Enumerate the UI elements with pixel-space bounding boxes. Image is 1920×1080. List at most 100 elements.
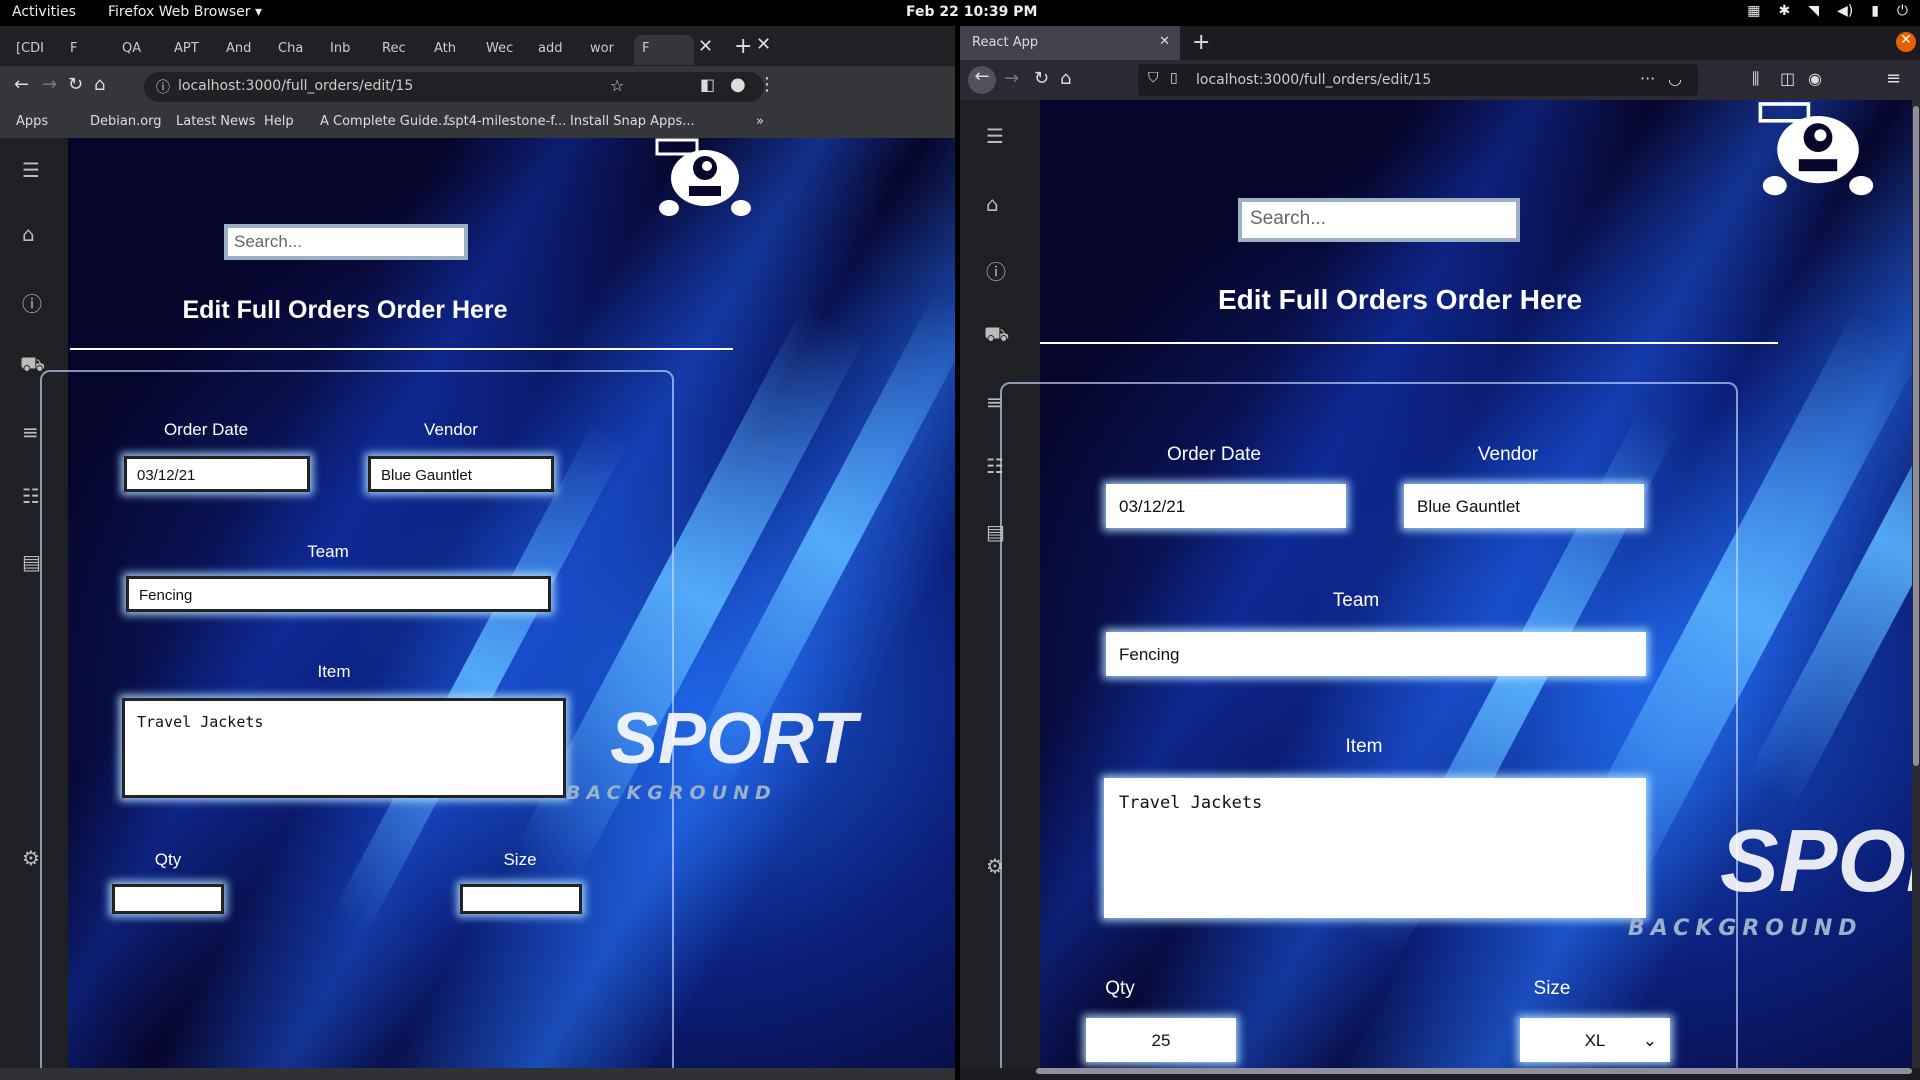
browser-tab[interactable]: Ath	[426, 35, 478, 65]
browser-tab[interactable]: add	[530, 35, 582, 65]
size-selected-value: XL	[1584, 1031, 1606, 1050]
settings-icon[interactable]: ✱	[1778, 3, 1790, 19]
clock[interactable]: Feb 22 10:39 PM	[906, 4, 1037, 20]
back-icon[interactable]: ←	[14, 74, 29, 95]
address-bar[interactable]: localhost:3000/full_orders/edit/15 ⛉ ▯ ·…	[1138, 64, 1698, 96]
team-input[interactable]: Fencing	[1106, 632, 1646, 676]
list-icon[interactable]: ≡	[22, 420, 39, 444]
browser-tab[interactable]: Wec	[478, 35, 530, 65]
team-input[interactable]: Fencing	[126, 576, 551, 612]
browser-tab[interactable]: [CDI	[8, 35, 60, 65]
profile-icon[interactable]: ●	[730, 74, 746, 95]
vendor-input[interactable]: Blue Gauntlet	[368, 456, 554, 492]
search-input[interactable]: Search...	[224, 224, 468, 260]
background-watermark: BACKGROUND	[1628, 916, 1863, 941]
home-icon[interactable]: ⌂	[1060, 68, 1071, 89]
item-label: Item	[1345, 736, 1383, 757]
home-icon[interactable]: ⌂	[986, 192, 999, 216]
bookmarks-overflow-icon[interactable]: »	[756, 114, 764, 129]
info-icon[interactable]: ⓘ	[986, 256, 1006, 285]
bookmark-item[interactable]: fspt4-milestone-f...	[444, 114, 566, 129]
order-date-input[interactable]: 03/12/21	[124, 456, 310, 492]
info-icon[interactable]: ⓘ	[156, 77, 170, 97]
item-textarea[interactable]: Travel Jackets	[122, 698, 566, 798]
order-date-label: Order Date	[163, 420, 249, 439]
address-bar[interactable]: localhost:3000/full_orders/edit/15 ⓘ ☆	[144, 72, 764, 102]
mascot-logo-icon	[655, 138, 751, 216]
browser-tab[interactable]: QA	[114, 35, 166, 65]
reload-icon[interactable]: ↻	[68, 74, 83, 95]
browser-tab[interactable]: And	[218, 35, 270, 65]
browser-tab-active[interactable]: React App ✕	[960, 26, 1180, 60]
qty-input[interactable]	[112, 884, 224, 914]
chevron-down-icon: ⌄	[1642, 1031, 1657, 1050]
battery-icon[interactable]: ▮	[1871, 3, 1879, 19]
browser-tab[interactable]: Rec	[374, 35, 426, 65]
back-icon[interactable]: ←	[968, 66, 996, 94]
wifi-icon[interactable]: ◥	[1808, 3, 1819, 19]
extension-icon[interactable]: ◧	[700, 75, 715, 94]
bookmark-item[interactable]: Install Snap Apps...	[570, 114, 695, 129]
vendor-input[interactable]: Blue Gauntlet	[1404, 484, 1644, 528]
sidebar-icon[interactable]: ◫	[1780, 69, 1795, 88]
hamburger-menu-icon[interactable]: ≡	[1886, 68, 1901, 89]
qty-input[interactable]: 25	[1086, 1018, 1236, 1062]
power-icon[interactable]: ⏻	[1897, 3, 1908, 19]
vertical-scrollbar[interactable]	[1912, 100, 1920, 1068]
close-tab-icon[interactable]: ✕	[698, 36, 713, 57]
new-tab-icon[interactable]: +	[1192, 30, 1210, 55]
info-icon[interactable]: ⓘ	[22, 288, 42, 317]
bookmark-star-icon[interactable]: ☆	[610, 76, 624, 95]
forward-icon[interactable]: →	[42, 74, 57, 95]
team-label: Team	[307, 542, 349, 561]
horizontal-scrollbar[interactable]	[0, 1068, 955, 1080]
hamburger-menu-icon[interactable]: ☰	[22, 158, 40, 182]
bookmark-item[interactable]: Apps	[16, 114, 48, 129]
shield-icon[interactable]: ⛉	[1148, 70, 1159, 86]
size-select[interactable]: XL ⌄	[1520, 1018, 1670, 1062]
new-tab-icon[interactable]: +	[734, 34, 752, 59]
search-input[interactable]: Search...	[1238, 198, 1520, 242]
browser-tab[interactable]: Cha	[270, 35, 322, 65]
list-detail-icon[interactable]: ☷	[22, 484, 40, 508]
bookmark-item[interactable]: Latest News	[176, 114, 255, 129]
size-select[interactable]	[460, 884, 582, 914]
order-date-input[interactable]: 03/12/21	[1106, 484, 1346, 528]
page-icon[interactable]: ▯	[1170, 70, 1178, 86]
bookmark-item[interactable]: Debian.org	[90, 114, 162, 129]
bookmark-item[interactable]: A Complete Guide...	[320, 114, 450, 129]
close-window-icon[interactable]: ✕	[756, 34, 771, 55]
title-divider	[1040, 342, 1778, 344]
bookmark-item[interactable]: Help	[264, 114, 294, 129]
scrollbar-thumb[interactable]	[1913, 106, 1919, 766]
home-icon[interactable]: ⌂	[22, 222, 35, 246]
browser-tab[interactable]: Inb	[322, 35, 374, 65]
close-tab-icon[interactable]: ✕	[1159, 34, 1170, 49]
document-icon[interactable]: ▤	[22, 550, 41, 574]
reload-icon[interactable]: ↻	[1034, 68, 1049, 89]
gear-icon[interactable]: ⚙	[22, 846, 40, 870]
hamburger-menu-icon[interactable]: ☰	[986, 124, 1004, 148]
browser-tab[interactable]: APT	[166, 35, 218, 65]
volume-icon[interactable]: ◀)	[1837, 3, 1853, 19]
browser-tab-active[interactable]: F	[634, 35, 694, 65]
forward-icon[interactable]: →	[1004, 68, 1019, 89]
app-menu[interactable]: Firefox Web Browser ▾	[108, 4, 262, 20]
activities-button[interactable]: Activities	[12, 4, 76, 20]
menu-kebab-icon[interactable]: ⋮	[758, 74, 776, 95]
horizontal-scrollbar[interactable]	[1036, 1068, 1912, 1074]
browser-tab[interactable]: wor	[582, 35, 634, 65]
close-window-icon[interactable]: ✕	[1896, 32, 1916, 52]
system-top-bar: Activities Firefox Web Browser ▾ Feb 22 …	[0, 0, 1920, 26]
system-tray[interactable]: ▦ ✱ ◥ ◀) ▮ ⏻	[1747, 3, 1908, 19]
truck-icon[interactable]: ⛟	[984, 322, 1009, 349]
browser-tab[interactable]: F	[62, 35, 114, 65]
item-textarea[interactable]: Travel Jackets	[1104, 778, 1646, 918]
account-icon[interactable]: ◉	[1808, 69, 1822, 88]
home-icon[interactable]: ⌂	[94, 74, 105, 95]
pocket-icon[interactable]: ◡	[1668, 69, 1682, 88]
more-actions-icon[interactable]: ···	[1640, 69, 1655, 88]
tab-strip: [CDI F QA APT And Cha Inb Rec Ath Wec ad…	[0, 26, 955, 66]
workspace-icon[interactable]: ▦	[1747, 3, 1760, 19]
library-icon[interactable]: ⫼	[1752, 69, 1759, 89]
